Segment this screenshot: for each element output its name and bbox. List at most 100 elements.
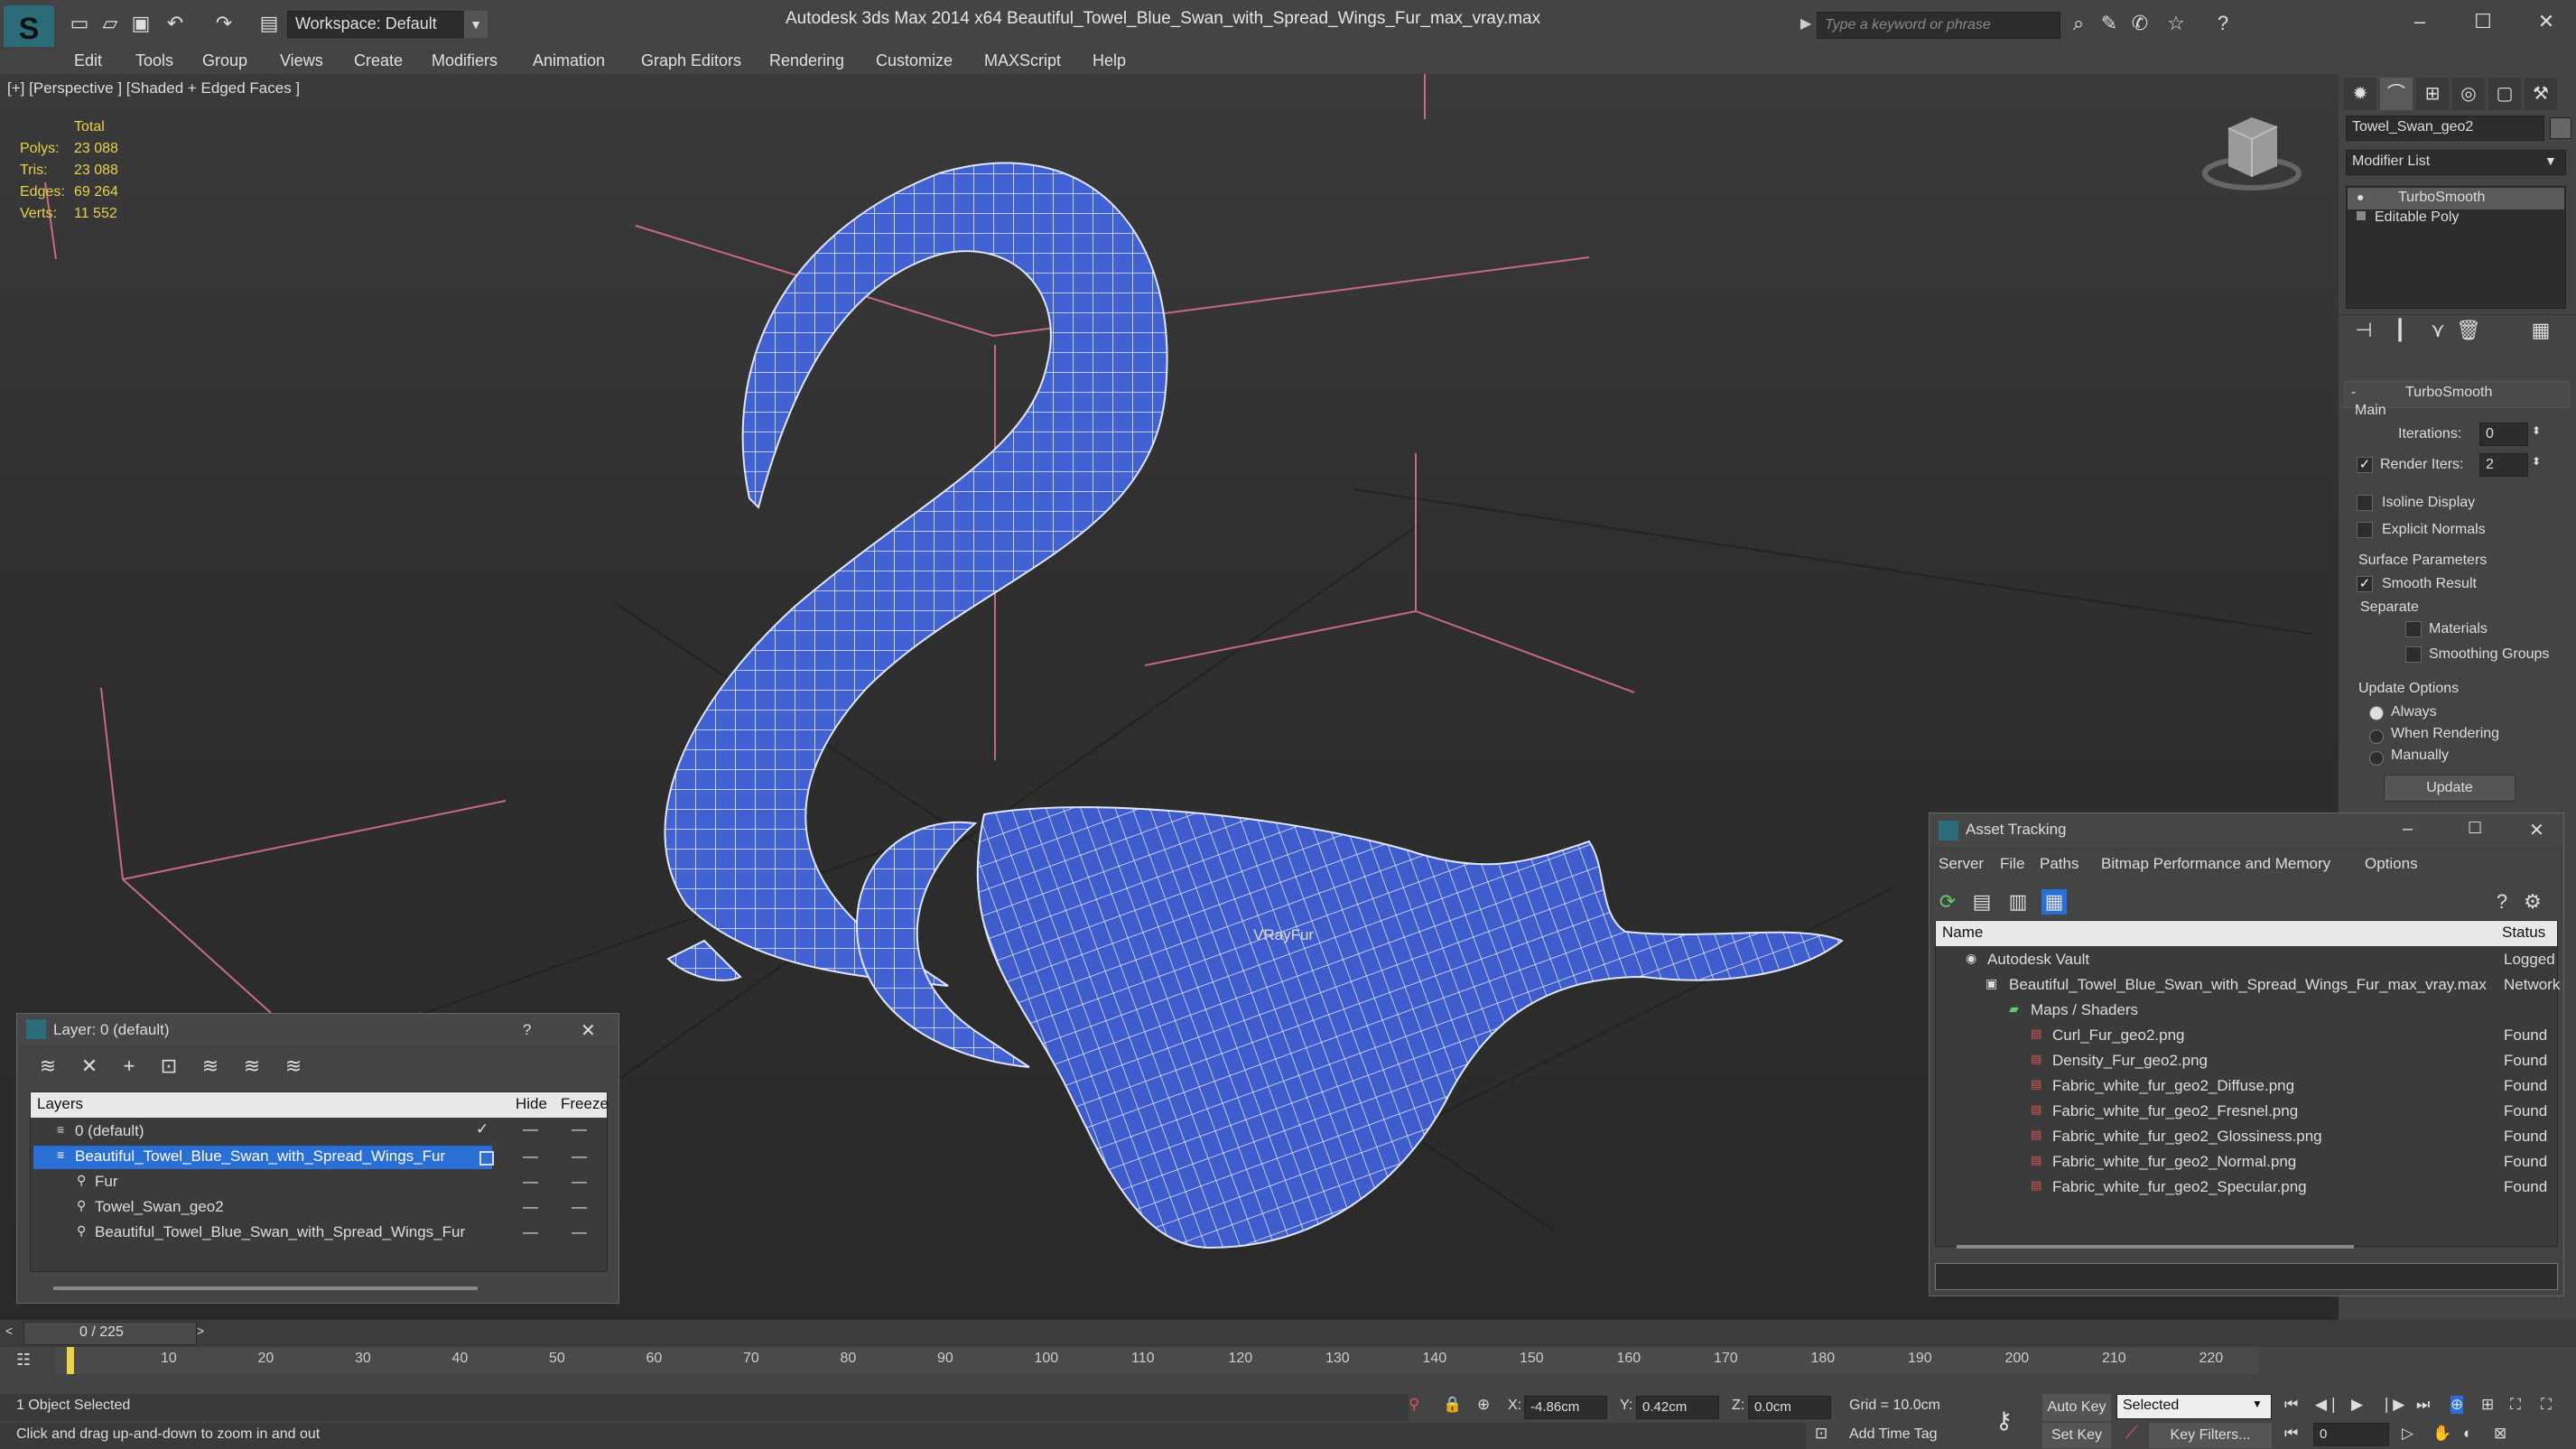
save-icon[interactable]: ▣ (128, 11, 153, 36)
when-rendering-radio[interactable] (2369, 729, 2384, 744)
asset-name[interactable]: Fabric_white_fur_geo2_Specular.png (2052, 1178, 2307, 1196)
remove-modifier-icon[interactable]: 🗑 (2456, 318, 2481, 343)
active-layer-check-icon[interactable]: ✓ (476, 1120, 488, 1138)
manually-radio[interactable] (2369, 751, 2384, 766)
time-config-icon[interactable]: ⏮ (2284, 1425, 2298, 1443)
menu-help[interactable]: Help (1093, 47, 1126, 74)
search-expand-icon[interactable]: ▶ (1800, 14, 1811, 33)
project-folder-icon[interactable]: ▤ (256, 11, 282, 36)
make-active-checkbox[interactable] (479, 1151, 494, 1166)
prev-frame-icon[interactable]: < (5, 1324, 13, 1338)
col-hide-header[interactable]: Hide (516, 1095, 547, 1113)
previous-key-icon[interactable]: ◀❘ (2315, 1396, 2339, 1414)
menu-modifiers[interactable]: Modifiers (432, 47, 498, 74)
go-to-end-icon[interactable]: ⏭ (2416, 1396, 2430, 1414)
orbit-icon[interactable]: ◐ (2463, 1425, 2472, 1443)
create-layer-icon[interactable]: ≋ (35, 1054, 60, 1079)
materials-checkbox[interactable] (2405, 621, 2422, 637)
always-radio[interactable] (2369, 706, 2384, 720)
menu-tools[interactable]: Tools (135, 47, 173, 74)
viewport-label[interactable]: [+] [Perspective ] [Shaded + Edged Faces… (7, 79, 300, 98)
object-name[interactable]: Towel_Swan_geo2 (95, 1198, 224, 1216)
menu-edit[interactable]: Edit (74, 47, 102, 74)
asset-menu-server[interactable]: Server (1939, 855, 1984, 873)
chevron-down-icon[interactable]: ▼ (2252, 1398, 2263, 1410)
asset-name[interactable]: Beautiful_Towel_Blue_Swan_with_Spread_Wi… (2009, 976, 2487, 994)
close-icon[interactable]: ✕ (2529, 819, 2544, 841)
col-layers-header[interactable]: Layers (37, 1095, 83, 1113)
create-tab-icon[interactable]: ✹ (2344, 78, 2376, 110)
horizontal-scrollbar[interactable] (53, 1286, 478, 1290)
object-name[interactable]: Beautiful_Towel_Blue_Swan_with_Spread_Wi… (95, 1223, 465, 1241)
object-color-swatch[interactable] (2550, 117, 2571, 139)
time-tag-icon[interactable]: ⊡ (1815, 1425, 1827, 1443)
asset-name[interactable]: Maps / Shaders (2031, 1001, 2138, 1019)
set-key-button[interactable]: Set Key (2042, 1423, 2111, 1448)
absolute-mode-icon[interactable]: ⊕ (1477, 1396, 1490, 1414)
list-view-icon[interactable]: ▤ (1969, 889, 1995, 915)
undo-icon[interactable]: ↶ (163, 11, 188, 36)
asset-name[interactable]: Fabric_white_fur_geo2_Normal.png (2052, 1153, 2296, 1171)
menu-create[interactable]: Create (354, 47, 403, 74)
utilities-tab-icon[interactable]: ⚒ (2525, 78, 2557, 110)
asset-menu-bitmap-performance[interactable]: Bitmap Performance and Memory (2101, 855, 2330, 873)
workspace-dropdown[interactable]: Workspace: Default (287, 11, 486, 38)
field-of-view-icon[interactable]: ▷ (2402, 1425, 2413, 1443)
add-to-layer-icon[interactable]: + (116, 1054, 142, 1079)
hide-toggle[interactable]: — (523, 1173, 538, 1191)
zoom-extents-icon[interactable]: ⛶ (2510, 1396, 2521, 1414)
favorites-star-icon[interactable]: ☆ (2163, 11, 2189, 36)
minimize-button[interactable]: – (2403, 819, 2413, 840)
col-status-header[interactable]: Status (2502, 924, 2545, 942)
stack-item-editable-poly[interactable]: Editable Poly (2375, 209, 2459, 226)
binoculars-icon[interactable]: ⌕ (2066, 11, 2091, 36)
maximize-button[interactable]: ☐ (2468, 819, 2482, 838)
zoom-all-icon[interactable]: ⊞ (2481, 1396, 2494, 1414)
z-coordinate-field[interactable]: 0.0cm (1748, 1396, 1831, 1419)
current-frame-field[interactable]: 0 (2313, 1423, 2389, 1446)
open-file-icon[interactable]: ▱ (98, 11, 123, 36)
isoline-display-checkbox[interactable] (2357, 495, 2373, 511)
smooth-result-checkbox[interactable]: ✓ (2357, 576, 2373, 592)
selection-lock-icon[interactable]: 🔒 (1443, 1396, 1462, 1414)
iterations-spinner[interactable]: 0 (2479, 423, 2528, 446)
modifier-list-dropdown[interactable]: Modifier List (2346, 150, 2566, 175)
asset-name[interactable]: Fabric_white_fur_geo2_Diffuse.png (2052, 1077, 2294, 1095)
play-icon[interactable]: ▶ (2351, 1396, 2363, 1414)
asset-name[interactable]: Autodesk Vault (1987, 951, 2089, 969)
layer-name[interactable]: Beautiful_Towel_Blue_Swan_with_Spread_Wi… (75, 1147, 445, 1166)
help-button[interactable]: ? (523, 1021, 531, 1039)
render-iters-spinner[interactable]: 2 (2479, 453, 2528, 477)
time-slider-track[interactable] (0, 1320, 2576, 1347)
isolate-selection-icon[interactable]: ⚲ (1409, 1396, 1419, 1414)
expand-icon[interactable] (2357, 211, 2366, 220)
subscription-icon[interactable]: ✎ (2097, 11, 2122, 36)
smoothing-groups-checkbox[interactable] (2405, 646, 2422, 663)
hierarchy-tab-icon[interactable]: ⊞ (2416, 78, 2449, 110)
render-iters-checkbox[interactable]: ✓ (2357, 457, 2373, 473)
add-time-tag-button[interactable]: Add Time Tag (1849, 1426, 1938, 1443)
update-button[interactable]: Update (2384, 775, 2516, 802)
layer-properties-icon[interactable]: ≋ (239, 1054, 265, 1079)
maximize-viewport-icon[interactable]: ⊠ (2494, 1425, 2506, 1443)
refresh-icon[interactable]: ⟳ (1935, 889, 1960, 915)
freeze-toggle[interactable]: — (572, 1120, 587, 1138)
hide-unhide-all-icon[interactable]: ≋ (281, 1054, 306, 1079)
viewcube-icon[interactable] (2202, 117, 2302, 190)
object-name-field[interactable]: Towel_Swan_geo2 (2346, 116, 2544, 141)
layer-name[interactable]: 0 (default) (75, 1122, 144, 1140)
grid-view-icon[interactable]: ▦ (2041, 889, 2067, 915)
freeze-toggle[interactable]: — (572, 1223, 587, 1241)
key-icon[interactable]: ⚷ (1995, 1407, 2013, 1435)
chevron-down-icon[interactable]: ▼ (464, 11, 488, 38)
hide-toggle[interactable]: — (523, 1223, 538, 1241)
asset-name[interactable]: Fabric_white_fur_geo2_Glossiness.png (2052, 1128, 2322, 1146)
hide-toggle[interactable]: — (523, 1120, 538, 1138)
minimize-button[interactable]: – (2393, 5, 2447, 38)
show-end-result-icon[interactable]: ┃ (2387, 318, 2413, 343)
auto-key-button[interactable]: Auto Key (2042, 1394, 2111, 1421)
menu-graph-editors[interactable]: Graph Editors (641, 47, 741, 74)
delete-layer-icon[interactable]: ✕ (77, 1054, 102, 1079)
freeze-toggle[interactable]: — (572, 1198, 587, 1216)
asset-menu-file[interactable]: File (2000, 855, 2024, 873)
